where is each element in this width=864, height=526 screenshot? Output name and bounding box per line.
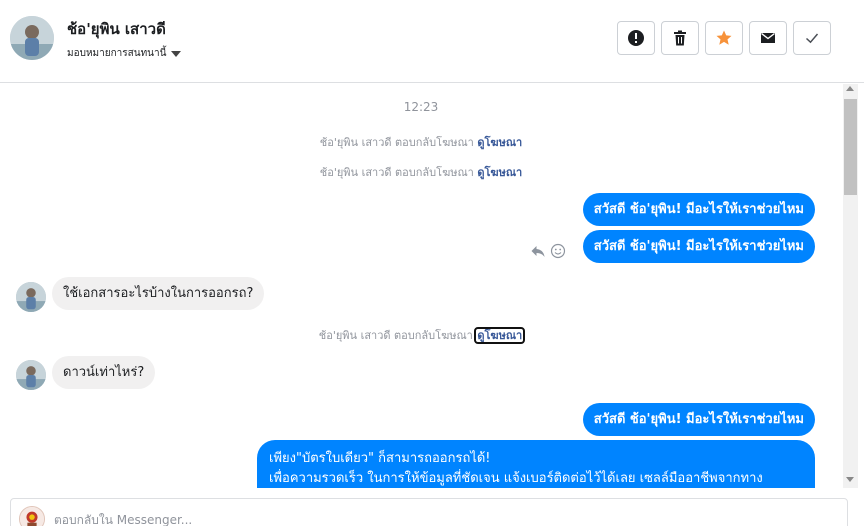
view-ad-link[interactable]: ดูโฆษณา bbox=[474, 327, 526, 344]
conversation-header: ช้อ'ยุพิน เสาวดี มอบหมายการสนทนานี้ bbox=[0, 0, 864, 83]
avatar-photo-icon bbox=[10, 16, 54, 60]
mark-done-button[interactable] bbox=[793, 21, 831, 55]
outgoing-long-message[interactable]: เพียง"บัตรใบเดียว" ก็สามารถออกรถได้! เพื… bbox=[257, 440, 815, 488]
scroll-up-icon[interactable] bbox=[846, 86, 854, 91]
avatar-photo-icon bbox=[16, 282, 46, 312]
outgoing-message[interactable]: สวัสดี ช้อ'ยุพิน! มีอะไรให้เราช่วยไหม bbox=[582, 230, 815, 263]
outgoing-message[interactable]: สวัสดี ช้อ'ยุพิน! มีอะไรให้เราช่วยไหม bbox=[582, 403, 815, 436]
assign-label: มอบหมายการสนทนานี้ bbox=[67, 48, 167, 59]
ad-reply-notice: ช้อ'ยุพิน เสาวดี ตอบกลับโฆษณา ดูโฆษณา bbox=[0, 163, 842, 181]
outgoing-message[interactable]: สวัสดี ช้อ'ยุพิน! มีอะไรให้เราช่วยไหม bbox=[582, 193, 815, 226]
smile-icon[interactable] bbox=[550, 243, 566, 259]
reply-input[interactable] bbox=[54, 513, 754, 526]
contact-avatar[interactable] bbox=[10, 16, 54, 60]
mark-unread-button[interactable] bbox=[749, 21, 787, 55]
message-timestamp: 12:23 bbox=[403, 100, 439, 114]
incoming-message[interactable]: ใช้เอกสารอะไรบ้างในการออกรถ? bbox=[52, 277, 265, 310]
sender-avatar bbox=[16, 282, 46, 312]
reply-composer bbox=[10, 498, 848, 526]
page-logo-icon bbox=[20, 507, 44, 526]
sender-avatar bbox=[16, 360, 46, 390]
message-thread[interactable]: 12:23 ช้อ'ยุพิน เสาวดี ตอบกลับโฆษณา ดูโฆ… bbox=[0, 84, 842, 488]
checkmark-icon bbox=[805, 33, 819, 44]
ad-reply-notice: ช้อ'ยุพิน เสาวดี ตอบกลับโฆษณา ดูโฆษณา bbox=[0, 326, 842, 344]
message-line: เพียง"บัตรใบเดียว" ก็สามารถออกรถได้! bbox=[269, 451, 491, 466]
reply-icon[interactable] bbox=[530, 243, 546, 259]
avatar-photo-icon bbox=[16, 360, 46, 390]
envelope-icon bbox=[761, 32, 775, 43]
delete-button[interactable] bbox=[661, 21, 699, 55]
ad-reply-text: ช้อ'ยุพิน เสาวดี ตอบกลับโฆษณา bbox=[318, 329, 473, 342]
thread-scrollbar[interactable] bbox=[843, 84, 858, 488]
view-ad-link[interactable]: ดูโฆษณา bbox=[477, 166, 522, 179]
star-button[interactable] bbox=[705, 21, 743, 55]
caret-down-icon bbox=[171, 50, 182, 57]
header-actions bbox=[617, 21, 831, 55]
ad-reply-text: ช้อ'ยุพิน เสาวดี ตอบกลับโฆษณา bbox=[319, 166, 474, 179]
alert-circle-icon bbox=[628, 30, 644, 46]
message-line: เพื่อความรวดเร็ว ในการให้ข้อมูลที่ชัดเจน… bbox=[269, 471, 763, 486]
incoming-message[interactable]: ดาวน์เท่าไหร่? bbox=[52, 356, 156, 389]
mark-spam-button[interactable] bbox=[617, 21, 655, 55]
scroll-down-icon[interactable] bbox=[846, 477, 854, 482]
trash-icon bbox=[674, 30, 686, 46]
message-tools bbox=[530, 243, 566, 259]
view-ad-link[interactable]: ดูโฆษณา bbox=[477, 136, 522, 149]
assign-conversation-dropdown[interactable]: มอบหมายการสนทนานี้ bbox=[67, 46, 182, 61]
ad-reply-notice: ช้อ'ยุพิน เสาวดี ตอบกลับโฆษณา ดูโฆษณา bbox=[0, 133, 842, 151]
ad-reply-text: ช้อ'ยุพิน เสาวดี ตอบกลับโฆษณา bbox=[319, 136, 474, 149]
page-avatar bbox=[19, 506, 45, 526]
contact-name[interactable]: ช้อ'ยุพิน เสาวดี bbox=[67, 17, 166, 41]
star-icon bbox=[716, 30, 732, 45]
scroll-thumb[interactable] bbox=[844, 99, 857, 195]
